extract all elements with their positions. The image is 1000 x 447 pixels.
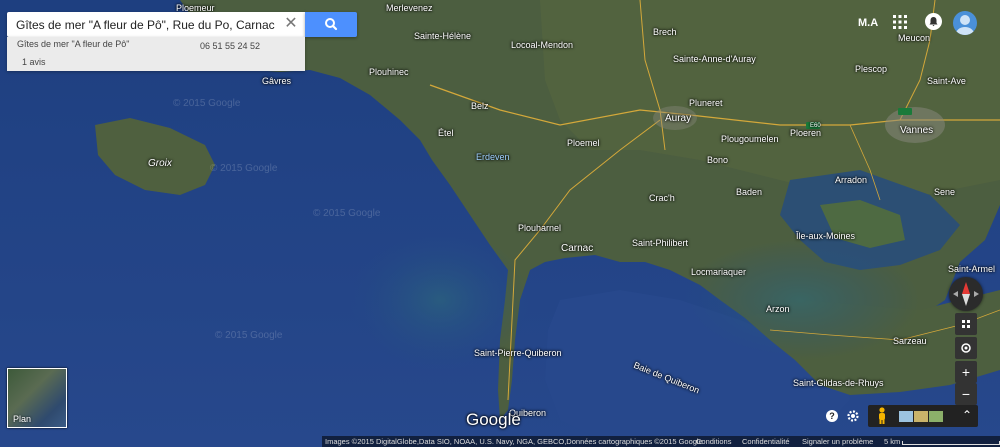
place-label: Sarzeau <box>893 336 927 346</box>
terms-link[interactable]: Conditions <box>696 436 731 447</box>
attribution-text: Images ©2015 DigitalGlobe,Data SIO, NOAA… <box>325 437 703 446</box>
place-label: Meucon <box>898 33 931 43</box>
search-result-card[interactable]: Gîtes de mer "A fleur de Pô" 06 51 55 24… <box>7 37 305 71</box>
google-logo: Google <box>466 410 521 429</box>
apps-grid-icon[interactable] <box>893 15 907 29</box>
place-label: Saint-Armel <box>948 264 996 274</box>
place-label: Plougoumelen <box>721 134 779 144</box>
search-button[interactable] <box>305 12 357 37</box>
watermark: © 2015 Google <box>210 163 278 174</box>
watermark: © 2015 Google <box>313 208 381 219</box>
search-box: ✕ <box>7 12 305 37</box>
place-label: Erdeven <box>476 152 510 162</box>
grid-icon <box>962 320 970 328</box>
place-label: Saint-Ave <box>927 76 966 86</box>
place-label: Plouharnel <box>518 223 562 233</box>
expand-tray-button[interactable]: ⌃ <box>962 408 972 422</box>
zoom-out-button[interactable]: − <box>955 383 977 405</box>
map-type-label: Plan <box>13 414 32 424</box>
place-label: Belz <box>471 101 489 111</box>
search-icon <box>325 18 338 31</box>
imagery-tray: ⌃ <box>868 405 978 427</box>
place-label: Gâvres <box>262 76 292 86</box>
place-label: Bono <box>707 155 729 165</box>
compass-icon <box>953 282 979 306</box>
my-location-button[interactable] <box>955 337 977 359</box>
imagery-thumbnail[interactable] <box>914 411 928 422</box>
imagery-thumbnail[interactable] <box>929 411 943 422</box>
place-label: Locmariaquer <box>691 267 747 277</box>
result-name[interactable]: Gîtes de mer "A fleur de Pô" <box>17 39 129 49</box>
place-label: Sainte-Anne-d'Auray <box>673 54 756 64</box>
place-label: Ploeren <box>790 128 822 138</box>
location-icon <box>961 343 971 353</box>
place-label: Baden <box>736 187 763 197</box>
help-icon[interactable]: ? <box>826 410 838 422</box>
place-label: Auray <box>665 113 692 124</box>
place-label: Saint-Gildas-de-Rhuys <box>793 378 884 388</box>
island-label: Groix <box>148 158 172 169</box>
place-label: Merlevenez <box>386 3 433 13</box>
report-problem-link[interactable]: Signaler un problème <box>802 436 873 447</box>
search-input[interactable] <box>7 12 277 37</box>
place-label: Brech <box>653 27 677 37</box>
place-label: Arradon <box>835 175 868 185</box>
place-label: Pluneret <box>689 98 723 108</box>
result-phone: 06 51 55 24 52 <box>200 41 261 51</box>
clear-search-button[interactable]: ✕ <box>283 16 299 32</box>
place-label: Arzon <box>766 304 790 314</box>
watermark: © 2015 Google <box>215 330 283 341</box>
settings-gear-icon[interactable] <box>846 409 860 423</box>
zoom-in-button[interactable]: + <box>955 361 977 383</box>
street-view-grid-button[interactable] <box>955 313 977 335</box>
scale-bar <box>902 441 1000 445</box>
result-reviews[interactable]: 1 avis <box>22 57 46 67</box>
place-label: Sainte-Hélène <box>414 31 472 41</box>
place-label: Crac'h <box>649 193 675 203</box>
privacy-link[interactable]: Confidentialité <box>742 436 790 447</box>
user-name[interactable]: M.A <box>858 17 878 29</box>
place-label: Plouhinec <box>369 67 409 77</box>
place-label: Locoal-Mendon <box>511 40 574 50</box>
place-label: Carnac <box>561 243 594 254</box>
compass-control[interactable] <box>949 277 983 311</box>
place-label: Étel <box>438 128 454 138</box>
place-label: Sene <box>934 187 956 197</box>
place-label: Ploemel <box>567 138 600 148</box>
notifications-bell-icon[interactable] <box>925 13 942 30</box>
pegman-icon[interactable] <box>876 407 888 425</box>
map-type-toggle[interactable]: Plan <box>7 368 67 428</box>
imagery-thumbnail[interactable] <box>899 411 913 422</box>
user-avatar[interactable] <box>953 11 977 35</box>
highway-label: E60 <box>810 123 821 129</box>
attribution-bar: Images ©2015 DigitalGlobe,Data SIO, NOAA… <box>322 436 1000 447</box>
scale-label: 5 km <box>884 437 901 446</box>
place-label: Saint-Pierre-Quiberon <box>474 348 562 358</box>
place-label: Saint-Philibert <box>632 238 689 248</box>
place-label: Vannes <box>900 125 934 136</box>
place-label: Île-aux-Moines <box>796 231 856 241</box>
place-label: Plescop <box>855 64 888 74</box>
watermark: © 2015 Google <box>173 98 241 109</box>
